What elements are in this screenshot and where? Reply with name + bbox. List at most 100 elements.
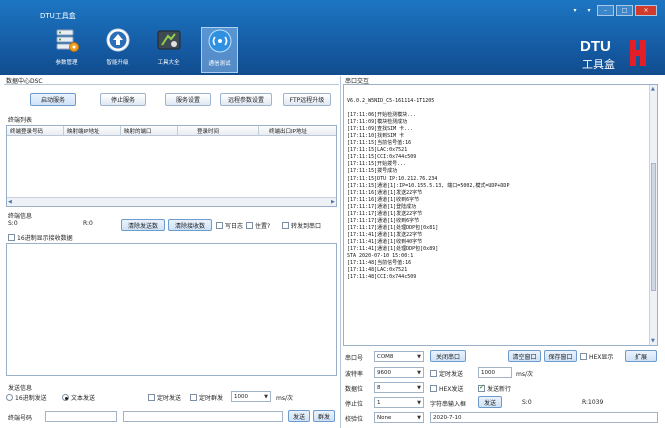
timed-send-checkbox[interactable]: 定时发送	[148, 393, 181, 402]
hex-display-checkbox[interactable]: HEX显示	[580, 352, 613, 361]
log-line: [17:11:17]通道[1]收到6字节	[347, 217, 420, 224]
clear-recv-button[interactable]: 清除接收数	[168, 219, 212, 231]
log-line: [17:11:15]当前信号值:16	[347, 140, 412, 147]
log-line: [17:11:41]通道[1]发送22字节	[347, 231, 423, 238]
col-header[interactable]: 映射的端口	[124, 127, 152, 135]
nav-label: 智能升级	[106, 60, 129, 66]
nav-tools[interactable]: 工具大全	[150, 27, 187, 73]
log-lines: V6.0.2_W5NID_C5-161114-1T1205 [17:11:06]…	[347, 98, 509, 281]
parity-select[interactable]: None ▼	[374, 412, 424, 423]
stop-service-button[interactable]: 停止服务	[100, 93, 146, 106]
close-port-button[interactable]: 关闭串口	[430, 350, 466, 362]
upload-arrow-icon	[106, 28, 129, 52]
write-log-checkbox[interactable]: 写日志	[216, 221, 243, 230]
scroll-right-icon[interactable]: ▶	[331, 199, 336, 205]
serial-send-button[interactable]: 发送	[478, 396, 502, 408]
nav-label: 通信测试	[208, 61, 231, 67]
log-line: [17:11:16]通道[1]收到6字节	[347, 196, 420, 203]
stop-bits-label: 停止位	[345, 401, 364, 408]
baud-select[interactable]: 9600 ▼	[374, 367, 424, 378]
signal-test-icon	[208, 29, 231, 53]
col-header[interactable]: 映射端IP地址	[67, 127, 99, 135]
timed-group-checkbox[interactable]: 定时群发	[190, 393, 223, 402]
forward-serial-checkbox[interactable]: 转发到串口	[282, 221, 321, 230]
terminal-table[interactable]: 终端登录号码 映射端IP地址 映射的端口 登录时间 终端出口IP地址 ◀ ▶	[6, 125, 337, 207]
pin-top-checkbox[interactable]: 住置?	[246, 221, 270, 230]
string-input[interactable]: 2020-7-10	[430, 412, 658, 423]
stop-bits-select[interactable]: 1 ▼	[374, 397, 424, 408]
serial-sent-count: S:0	[522, 399, 532, 406]
horizontal-scrollbar[interactable]: ◀ ▶	[7, 197, 336, 206]
data-bits-label: 数据位	[345, 386, 364, 393]
server-config-icon	[56, 29, 79, 52]
col-header[interactable]: 登录时间	[197, 127, 219, 135]
toolbox-icon	[157, 30, 180, 50]
log-line: [17:11:15]通道[1]:IP=10.155.5.13, 端口=5002,…	[347, 182, 510, 189]
start-service-button[interactable]: 启动服务	[30, 93, 76, 106]
save-window-button[interactable]: 保存窗口	[544, 350, 577, 362]
clear-sent-button[interactable]: 清除发送数	[121, 219, 165, 231]
log-line: [17:11:41]通道[1]收到40字节	[347, 238, 423, 245]
terminal-number-input[interactable]	[45, 411, 117, 422]
brand-logo: DTU 工具盒	[580, 36, 656, 74]
log-line: [17:11:15]DTU IP:10.212.76.234	[347, 175, 438, 182]
scroll-left-icon[interactable]: ◀	[8, 199, 14, 205]
send-newline-checkbox[interactable]: 发送新行	[478, 383, 511, 393]
clear-window-button[interactable]: 清空窗口	[508, 350, 541, 362]
dropdown-menu-icon[interactable]: ▾	[583, 5, 595, 16]
port-label: 串口号	[345, 355, 364, 362]
text-send-radio[interactable]: 文本发送	[62, 393, 95, 402]
col-header[interactable]: 终端出口IP地址	[269, 127, 307, 135]
send-info-title: 发送信息	[8, 385, 33, 392]
chevron-down-icon: ▼	[417, 400, 421, 406]
log-line: [17:11:48]当前信号值:16	[347, 260, 412, 267]
close-button[interactable]: ×	[635, 5, 657, 16]
terminal-number-label: 终端号码	[8, 415, 33, 422]
service-settings-button[interactable]: 服务设置	[165, 93, 211, 106]
timed-send-checkbox-right[interactable]: 定时发送	[430, 369, 463, 378]
ftp-upgrade-button[interactable]: FTP远程升级	[283, 93, 331, 106]
nav-smart-upgrade[interactable]: 智能升级	[99, 27, 136, 73]
scroll-thumb[interactable]	[651, 163, 656, 291]
baud-label: 波特率	[345, 371, 364, 378]
send-button[interactable]: 发送	[288, 410, 310, 422]
nav-comm-test[interactable]: 通信测试	[201, 27, 238, 73]
interval-unit: ms/次	[276, 395, 293, 402]
log-line: [17:11:48]LAC:0x7521	[347, 267, 408, 274]
nav-label: 参数管理	[55, 60, 78, 66]
expand-button[interactable]: 扩展	[625, 350, 657, 362]
port-select[interactable]: COM8 ▼	[374, 351, 424, 362]
chevron-down-icon: ▼	[417, 354, 421, 360]
receive-textarea[interactable]	[6, 243, 337, 376]
col-header[interactable]: 终端登录号码	[10, 127, 43, 135]
hex-send-radio[interactable]: 16进制发送	[6, 393, 47, 402]
parity-label: 校验位	[345, 416, 364, 423]
chevron-down-icon: ▼	[417, 385, 421, 391]
remote-params-button[interactable]: 远程参数设置	[220, 93, 272, 106]
brand-mark-icon	[630, 40, 646, 66]
nav-param-manage[interactable]: 参数管理	[48, 27, 85, 73]
scroll-down-icon[interactable]: ▼	[651, 338, 655, 344]
log-line: [17:11:15]拨号成功	[347, 168, 398, 175]
chevron-down-icon: ▼	[264, 394, 268, 400]
log-line: [17:11:17]通道[1]处理DDP包[0x81]	[347, 224, 439, 231]
group-send-button[interactable]: 群发	[313, 410, 335, 422]
data-bits-select[interactable]: 8 ▼	[374, 382, 424, 393]
scroll-up-icon[interactable]: ▲	[651, 86, 655, 92]
app-window: DTU工具盒 ▾ ▾ – □ × 参数管理 智能升级 工具大全 通信测试 DTU…	[0, 0, 665, 428]
chevron-down-icon: ▼	[417, 415, 421, 421]
maximize-button[interactable]: □	[616, 5, 633, 16]
log-line: [17:11:41]通道[1]处理DDP包[0x89]	[347, 245, 439, 252]
interval-select[interactable]: 1000 ▼	[231, 391, 271, 402]
hex-recv-checkbox[interactable]: 16进制显示接收数据	[8, 233, 73, 242]
title-bar: DTU工具盒 ▾ ▾ – □ × 参数管理 智能升级 工具大全 通信测试 DTU…	[0, 0, 665, 75]
serial-log[interactable]: V6.0.2_W5NID_C5-161114-1T1205 [17:11:06]…	[343, 84, 658, 346]
minimize-button[interactable]: –	[597, 5, 614, 16]
timed-interval-input[interactable]: 1000	[478, 367, 512, 378]
nav-label: 工具大全	[157, 60, 180, 66]
log-line: [17:11:48]CCI:0x744c509	[347, 274, 417, 281]
send-text-input[interactable]	[123, 411, 283, 422]
vertical-scrollbar[interactable]: ▲ ▼	[649, 85, 657, 345]
hex-send-checkbox[interactable]: HEX发送	[430, 384, 463, 393]
skin-menu-icon[interactable]: ▾	[569, 5, 581, 16]
